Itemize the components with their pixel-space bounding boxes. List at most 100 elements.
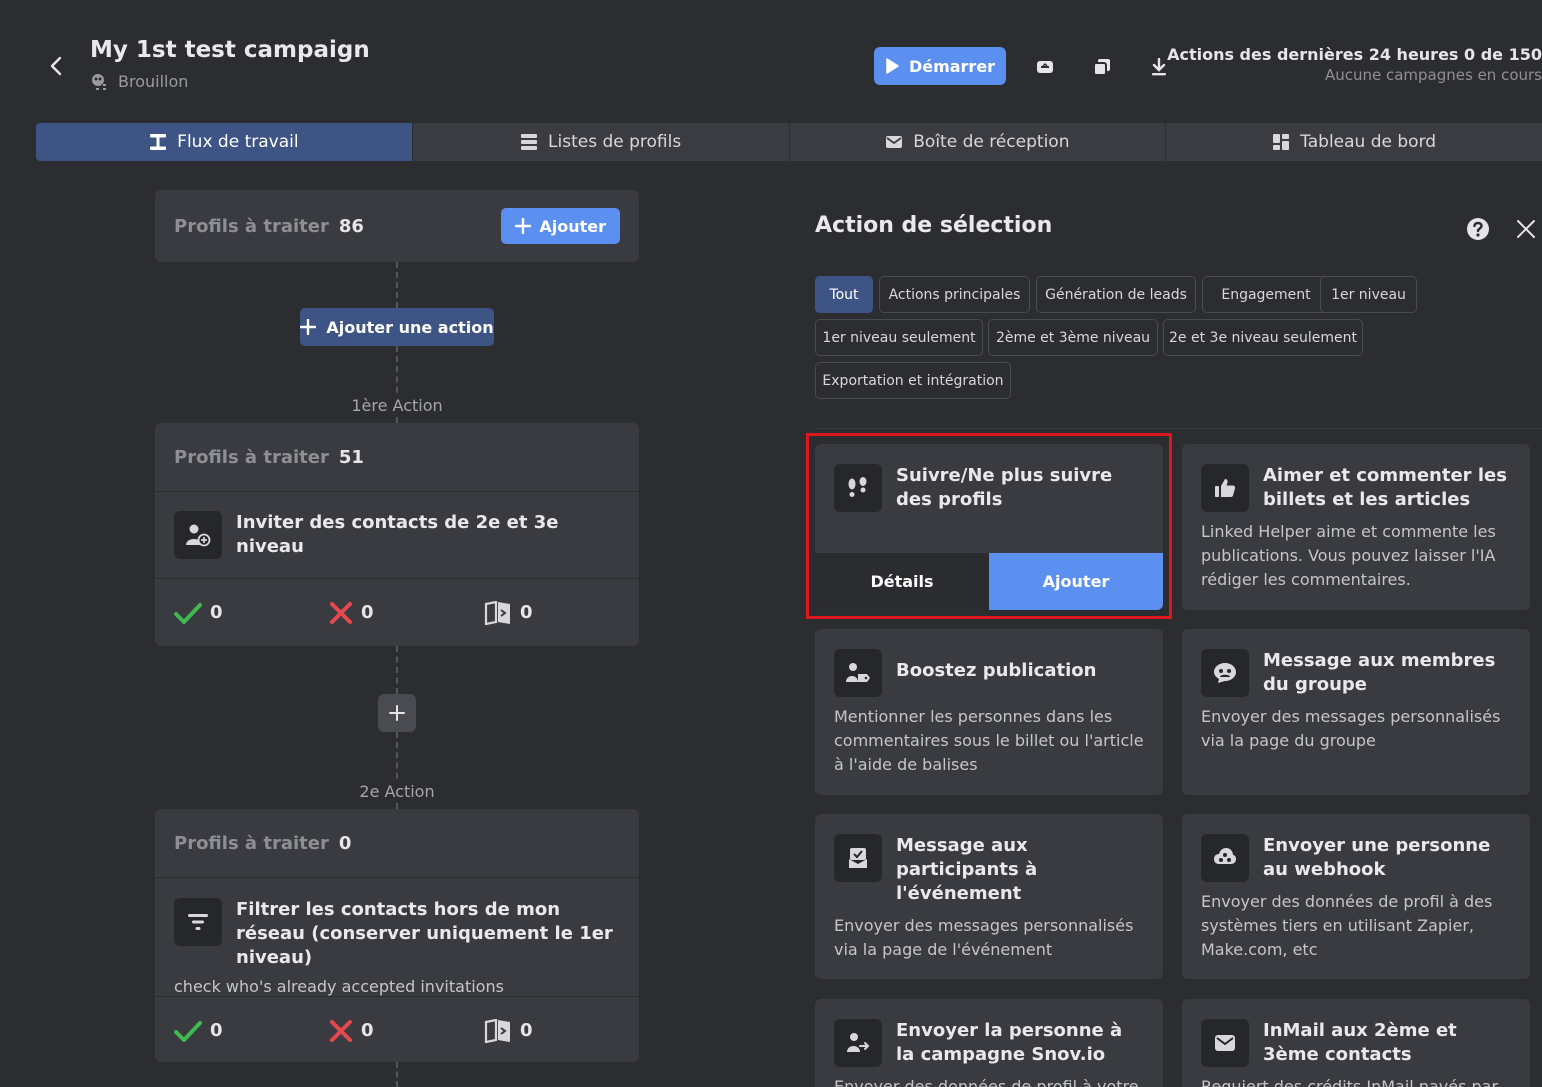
add-profiles-button[interactable]: Ajouter [501, 208, 620, 244]
archive-icon [1037, 61, 1053, 73]
person-send-icon [834, 1019, 882, 1067]
filter-icon [174, 898, 222, 946]
filter-chip-2nd-3rd-level[interactable]: 2ème et 3ème niveau [988, 319, 1158, 356]
chevron-left-icon [50, 56, 62, 76]
failed-stat: 0 [329, 1019, 484, 1043]
failed-count: 0 [361, 1020, 374, 1041]
tab-label: Listes de profils [548, 132, 682, 152]
connector-line [396, 262, 398, 308]
option-description: Envoyer des données de profil à des syst… [1201, 892, 1493, 959]
archive-button[interactable] [1033, 55, 1057, 79]
connector-line [396, 646, 398, 694]
action-option-snovio[interactable]: Envoyer la personne à la campagne Snov.i… [815, 999, 1163, 1087]
action-option-boost-post[interactable]: Boostez publication Mentionner les perso… [815, 629, 1163, 795]
workflow-icon [150, 134, 167, 150]
insert-action-button[interactable] [378, 694, 416, 732]
option-title: Envoyer une personne au webhook [1263, 835, 1491, 880]
panel-title: Action de sélection [815, 213, 1053, 238]
option-title: Message aux membres du groupe [1263, 650, 1496, 695]
option-description: Envoyer des messages personnalisés via l… [834, 916, 1134, 959]
check-icon [174, 1020, 202, 1042]
skipped-stat: 0 [484, 1018, 639, 1043]
option-description: Requiert des crédits InMail payés par [1201, 1077, 1499, 1087]
filter-chip-export[interactable]: Exportation et intégration [815, 362, 1011, 399]
invite-icon [174, 511, 222, 559]
cross-icon [330, 601, 352, 624]
profiles-count: 0 [338, 832, 352, 854]
check-icon [174, 602, 202, 624]
option-description: Envoyer des données de profil à votre [834, 1077, 1139, 1087]
skipped-count: 0 [520, 1020, 533, 1041]
skip-icon [484, 1018, 510, 1043]
action-card-2[interactable]: Profils à traiter 0 Filtrer les contacts… [155, 809, 639, 1062]
option-description: Mentionner les personnes dans les commen… [834, 707, 1144, 774]
tab-label: Boîte de réception [913, 132, 1070, 152]
start-button[interactable]: Démarrer [874, 47, 1006, 85]
filter-chip-2nd-3rd-only[interactable]: 2e et 3e niveau seulement [1163, 319, 1363, 356]
actions-quota: Actions des dernières 24 heures 0 de 150… [1167, 45, 1542, 84]
add-action-label: Ajouter une action [326, 317, 494, 337]
close-icon[interactable] [1514, 217, 1538, 241]
download-icon [1152, 58, 1166, 76]
tab-inbox[interactable]: Boîte de réception [789, 123, 1167, 161]
tab-profile-lists[interactable]: Listes de profils [412, 123, 790, 161]
back-button[interactable] [42, 52, 70, 80]
connector-line [396, 1062, 398, 1087]
tab-label: Flux de travail [177, 132, 299, 152]
option-title: Boostez publication [896, 660, 1097, 681]
profiles-count: 86 [338, 215, 364, 237]
failed-stat: 0 [329, 601, 484, 625]
group-chat-icon [1201, 649, 1249, 697]
filter-chip-main-actions[interactable]: Actions principales [879, 276, 1030, 313]
main-tabs: Flux de travail Listes de profils Boîte … [36, 123, 1542, 161]
dashboard-icon [1273, 134, 1290, 150]
action-option-webhook[interactable]: Envoyer une personne au webhook Envoyer … [1182, 814, 1530, 979]
filter-chip-1st-only[interactable]: 1er niveau seulement [815, 319, 983, 356]
duplicate-button[interactable] [1090, 55, 1114, 79]
cross-icon [330, 1019, 352, 1042]
action-option-like-comment[interactable]: Aimer et commenter les billets et les ar… [1182, 444, 1530, 610]
option-title: InMail aux 2ème et 3ème contacts [1263, 1020, 1457, 1065]
add-label: Ajouter [539, 216, 606, 236]
skip-icon [484, 600, 510, 625]
success-stat: 0 [174, 1020, 329, 1042]
filter-chip-1st-level[interactable]: 1er niveau [1320, 276, 1417, 313]
profiles-to-process-label: Profils à traiter [174, 446, 329, 468]
filter-chip-lead-generation[interactable]: Génération de leads [1036, 276, 1196, 313]
action-option-event-message[interactable]: Message aux participants à l'événement E… [815, 814, 1163, 979]
option-title: Aimer et commenter les billets et les ar… [1263, 465, 1507, 510]
selection-highlight [806, 433, 1172, 619]
filter-chip-engagement[interactable]: Engagement [1202, 276, 1330, 313]
webhook-icon [1201, 834, 1249, 882]
add-action-button[interactable]: Ajouter une action [300, 308, 494, 346]
profiles-count: 51 [338, 446, 364, 468]
status-label: Brouillon [118, 72, 189, 91]
action-note: check who's already accepted invitations [174, 977, 504, 996]
step-2-label: 2e Action [297, 782, 497, 801]
draft-icon [92, 73, 106, 90]
mail-icon [1201, 1019, 1249, 1067]
mail-icon [886, 136, 903, 148]
success-count: 0 [210, 602, 223, 623]
option-description: Linked Helper aime et commente les publi… [1201, 522, 1496, 589]
campaign-status: Brouillon [90, 72, 188, 91]
action-option-group-message[interactable]: Message aux membres du groupe Envoyer de… [1182, 629, 1530, 795]
action-card-1[interactable]: Profils à traiter 51 Inviter des contact… [155, 423, 639, 646]
profiles-source-card: Profils à traiter 86 Ajouter [155, 190, 639, 262]
plus-icon [300, 319, 317, 335]
running-campaigns-line: Aucune campagnes en cours [1324, 66, 1542, 84]
tab-workflow[interactable]: Flux de travail [36, 123, 413, 161]
profiles-to-process-label: Profils à traiter [174, 215, 329, 237]
skipped-stat: 0 [484, 600, 639, 625]
action-option-inmail[interactable]: InMail aux 2ème et 3ème contacts Requier… [1182, 999, 1530, 1087]
help-icon[interactable] [1466, 217, 1490, 241]
plus-icon [389, 705, 405, 721]
tab-dashboard[interactable]: Tableau de bord [1166, 123, 1542, 161]
plus-icon [515, 218, 532, 234]
thumbs-up-icon [1201, 464, 1249, 512]
actions-quota-line: Actions des dernières 24 heures 0 de 150 [1167, 45, 1542, 64]
filter-chip-all[interactable]: Tout [815, 276, 873, 313]
profiles-to-process-label: Profils à traiter [174, 832, 329, 854]
failed-count: 0 [361, 602, 374, 623]
copy-icon [1093, 59, 1110, 76]
